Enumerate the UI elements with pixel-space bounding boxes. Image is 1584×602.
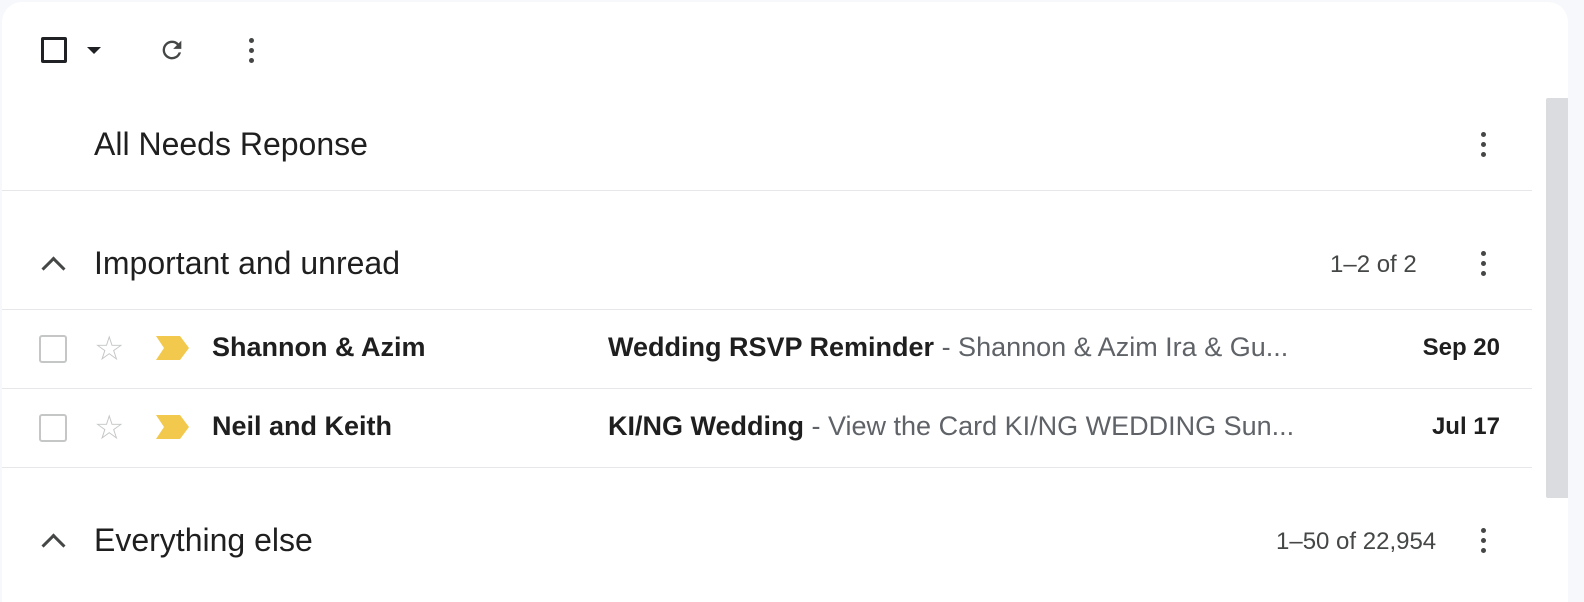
email-checkbox[interactable] (39, 335, 67, 363)
more-vert-icon (248, 37, 254, 63)
select-dropdown-button[interactable] (82, 42, 106, 58)
caret-down-icon (87, 46, 101, 54)
email-content: Wedding RSVP Reminder - Shannon & Azim I… (608, 332, 1308, 363)
section-title: Everything else (94, 522, 313, 558)
star-icon[interactable]: ☆ (94, 409, 124, 447)
collapse-section-button[interactable] (38, 249, 68, 281)
email-row[interactable]: ☆ Shannon & Azim Wedding RSVP Reminder -… (2, 310, 1532, 389)
important-marker-icon[interactable] (156, 415, 190, 439)
section-more-button[interactable] (1468, 243, 1498, 283)
section-important-header: Important and unread 1–2 of 2 (2, 191, 1532, 310)
star-icon[interactable]: ☆ (94, 330, 124, 368)
more-vert-icon (1480, 131, 1486, 157)
email-date: Jul 17 (1431, 413, 1500, 440)
email-content: KI/NG Wedding - View the Card KI/NG WEDD… (608, 411, 1308, 442)
checkbox-icon (41, 37, 67, 63)
more-options-button[interactable] (236, 30, 266, 70)
email-subject: Wedding RSVP Reminder (608, 332, 935, 362)
email-sender: Neil and Keith (212, 411, 393, 441)
email-snippet: - View the Card KI/NG WEDDING Sun... (804, 411, 1295, 441)
scrollbar[interactable] (1546, 98, 1568, 498)
refresh-icon (162, 40, 182, 60)
section-title: All Needs Reponse (94, 126, 368, 162)
collapse-section-button[interactable] (38, 526, 68, 558)
chevron-up-icon (40, 532, 66, 558)
more-vert-icon (1480, 527, 1486, 553)
toolbar (2, 2, 1568, 98)
section-more-button[interactable] (1468, 520, 1498, 560)
chevron-up-icon (40, 255, 66, 281)
email-sender: Shannon & Azim (212, 332, 426, 362)
email-snippet: - Shannon & Azim Ira & Gu... (934, 332, 1289, 362)
email-date: Sep 20 (1422, 334, 1500, 361)
email-checkbox[interactable] (39, 414, 67, 442)
mail-list-panel: All Needs Reponse Important and unread 1… (2, 2, 1568, 602)
refresh-button[interactable] (154, 32, 190, 68)
email-row[interactable]: ☆ Neil and Keith KI/NG Wedding - View th… (2, 389, 1532, 468)
important-marker-icon[interactable] (156, 336, 190, 360)
section-needs-response-header: All Needs Reponse (2, 98, 1532, 191)
section-title: Important and unread (94, 245, 400, 281)
section-more-button[interactable] (1468, 124, 1498, 164)
select-all-checkbox[interactable] (36, 32, 72, 68)
email-subject: KI/NG Wedding (608, 411, 804, 441)
section-count: 1–50 of 22,954 (1276, 528, 1437, 555)
section-count: 1–2 of 2 (1330, 251, 1417, 278)
more-vert-icon (1480, 250, 1486, 276)
section-everything-else-header: Everything else 1–50 of 22,954 (2, 468, 1532, 602)
